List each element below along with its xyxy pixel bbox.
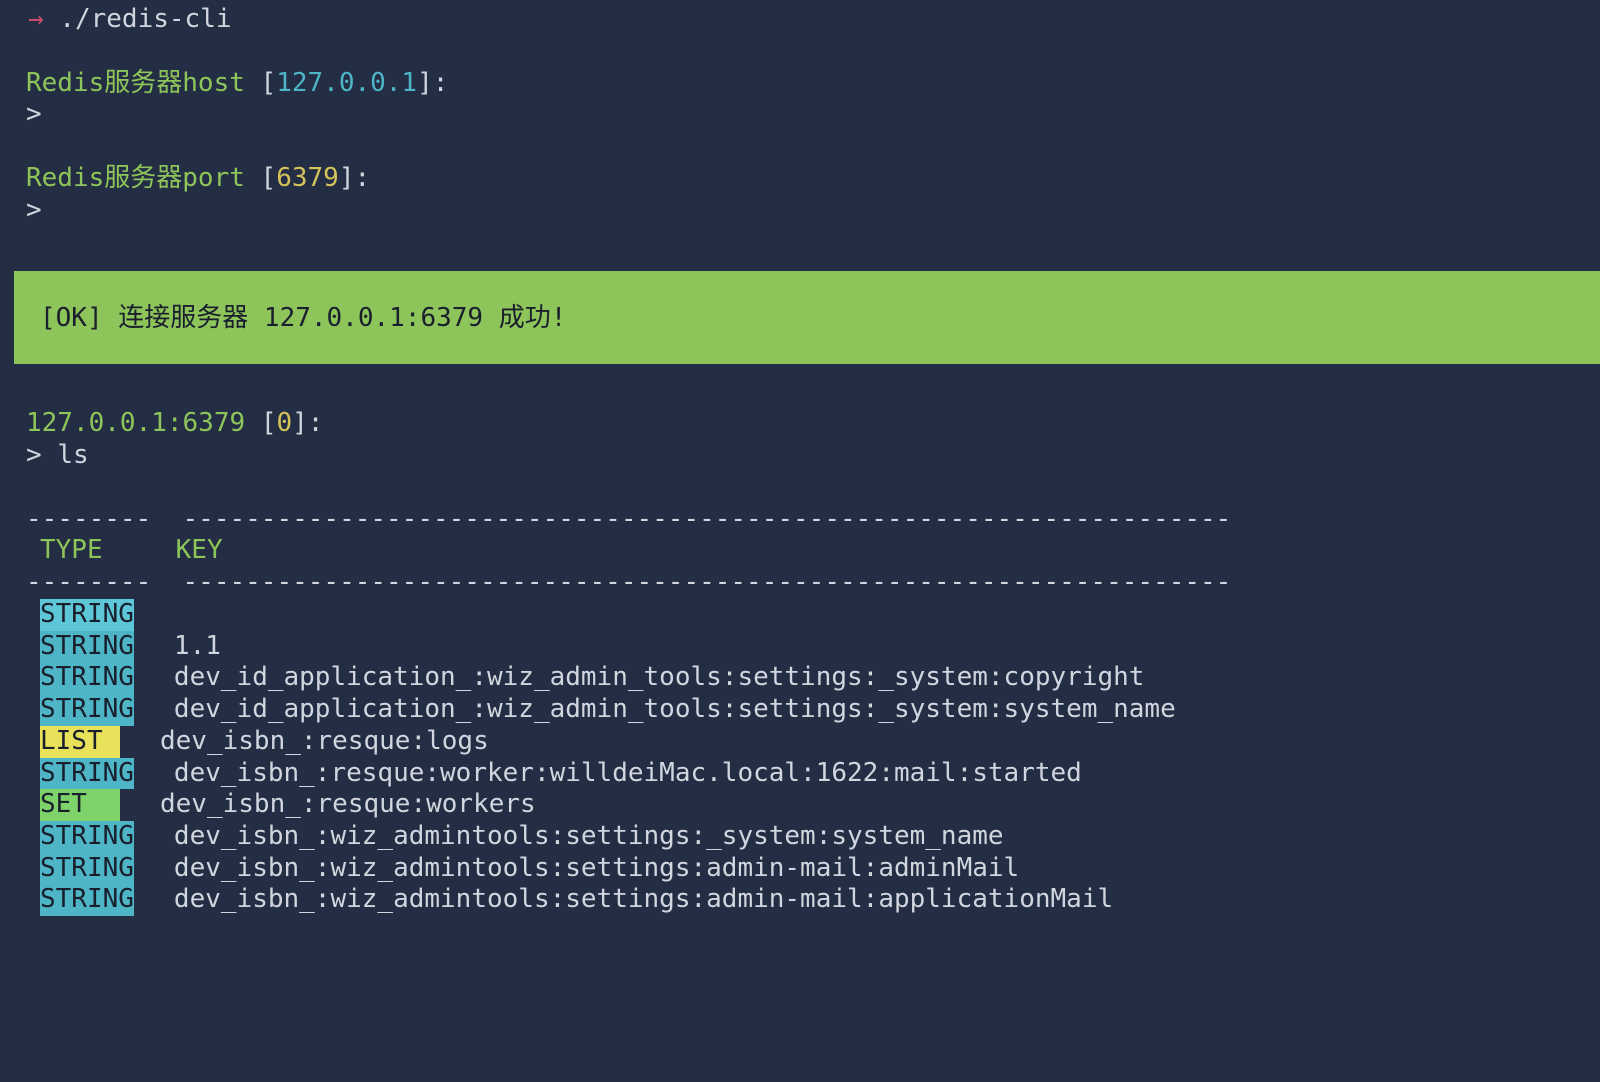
host-default-value: 127.0.0.1 (276, 68, 417, 98)
prompt-arrow-icon: → (14, 4, 44, 34)
port-prompt-label: Redis服务器port (26, 163, 245, 193)
port-input-prompt[interactable]: > (0, 195, 1600, 227)
table-row[interactable]: SET dev_isbn_:resque:workers (0, 789, 1600, 821)
type-badge: STRING (40, 662, 134, 694)
type-badge: SET (40, 789, 120, 821)
host-input-prompt[interactable]: > (0, 99, 1600, 131)
table-divider-top: -------- -------------------------------… (0, 504, 1600, 536)
ok-status-banner: [OK] 连接服务器 127.0.0.1:6379 成功! (14, 271, 1600, 365)
type-badge: STRING (40, 599, 134, 631)
connection-address: 127.0.0.1:6379 (26, 408, 245, 438)
prompt-gt-icon: > (26, 440, 42, 470)
table-header-row: TYPE KEY (0, 535, 1600, 567)
table-row[interactable]: STRING (0, 599, 1600, 631)
ls-command-line[interactable]: > ls (0, 440, 1600, 472)
table-row[interactable]: STRING 1.1 (0, 631, 1600, 663)
port-default-value: 6379 (276, 163, 339, 193)
host-prompt-line: Redis服务器host [127.0.0.1]: (0, 68, 1600, 100)
key-name: 1.1 (174, 631, 221, 661)
table-header-type: TYPE (40, 535, 160, 567)
table-row[interactable]: STRING dev_id_application_:wiz_admin_tool… (0, 662, 1600, 694)
ls-command-text: ls (57, 440, 88, 470)
type-badge: STRING (40, 631, 134, 663)
table-divider-mid: -------- -------------------------------… (0, 567, 1600, 599)
key-name: dev_isbn_:resque:workers (160, 789, 536, 819)
table-row[interactable]: STRING dev_isbn_:wiz_admintools:settings:… (0, 821, 1600, 853)
key-name: dev_isbn_:wiz_admintools:settings:_syste… (174, 821, 1004, 851)
table-body: STRINGSTRING1.1STRINGdev_id_application_… (0, 599, 1600, 916)
key-name: dev_isbn_:wiz_admintools:settings:admin-… (174, 884, 1113, 914)
type-badge: STRING (40, 694, 134, 726)
key-name: dev_isbn_:resque:logs (160, 726, 489, 756)
key-name: dev_id_application_:wiz_admin_tools:sett… (174, 662, 1145, 692)
port-prompt-line: Redis服务器port [6379]: (0, 163, 1600, 195)
host-prompt-label: Redis服务器host (26, 68, 245, 98)
command-text: ./redis-cli (59, 4, 231, 34)
type-badge: STRING (40, 884, 134, 916)
command-line[interactable]: → ./redis-cli (0, 4, 1600, 36)
table-row[interactable]: STRING dev_isbn_:wiz_admintools:settings:… (0, 853, 1600, 885)
key-name: dev_isbn_:wiz_admintools:settings:admin-… (174, 853, 1019, 883)
table-header-key: KEY (176, 535, 223, 567)
type-badge: STRING (40, 853, 134, 885)
type-badge: STRING (40, 821, 134, 853)
key-name: dev_isbn_:resque:worker:willdeiMac.local… (174, 758, 1082, 788)
table-row[interactable]: STRING dev_isbn_:wiz_admintools:settings:… (0, 884, 1600, 916)
key-name: dev_id_application_:wiz_admin_tools:sett… (174, 694, 1176, 724)
connection-prompt-line: 127.0.0.1:6379 [0]: (0, 408, 1600, 440)
type-badge: LIST (40, 726, 120, 758)
connection-db: 0 (276, 408, 292, 438)
table-row[interactable]: LIST dev_isbn_:resque:logs (0, 726, 1600, 758)
table-row[interactable]: STRING dev_isbn_:resque:worker:willdeiMac… (0, 758, 1600, 790)
table-row[interactable]: STRING dev_id_application_:wiz_admin_tool… (0, 694, 1600, 726)
type-badge: STRING (40, 758, 134, 790)
